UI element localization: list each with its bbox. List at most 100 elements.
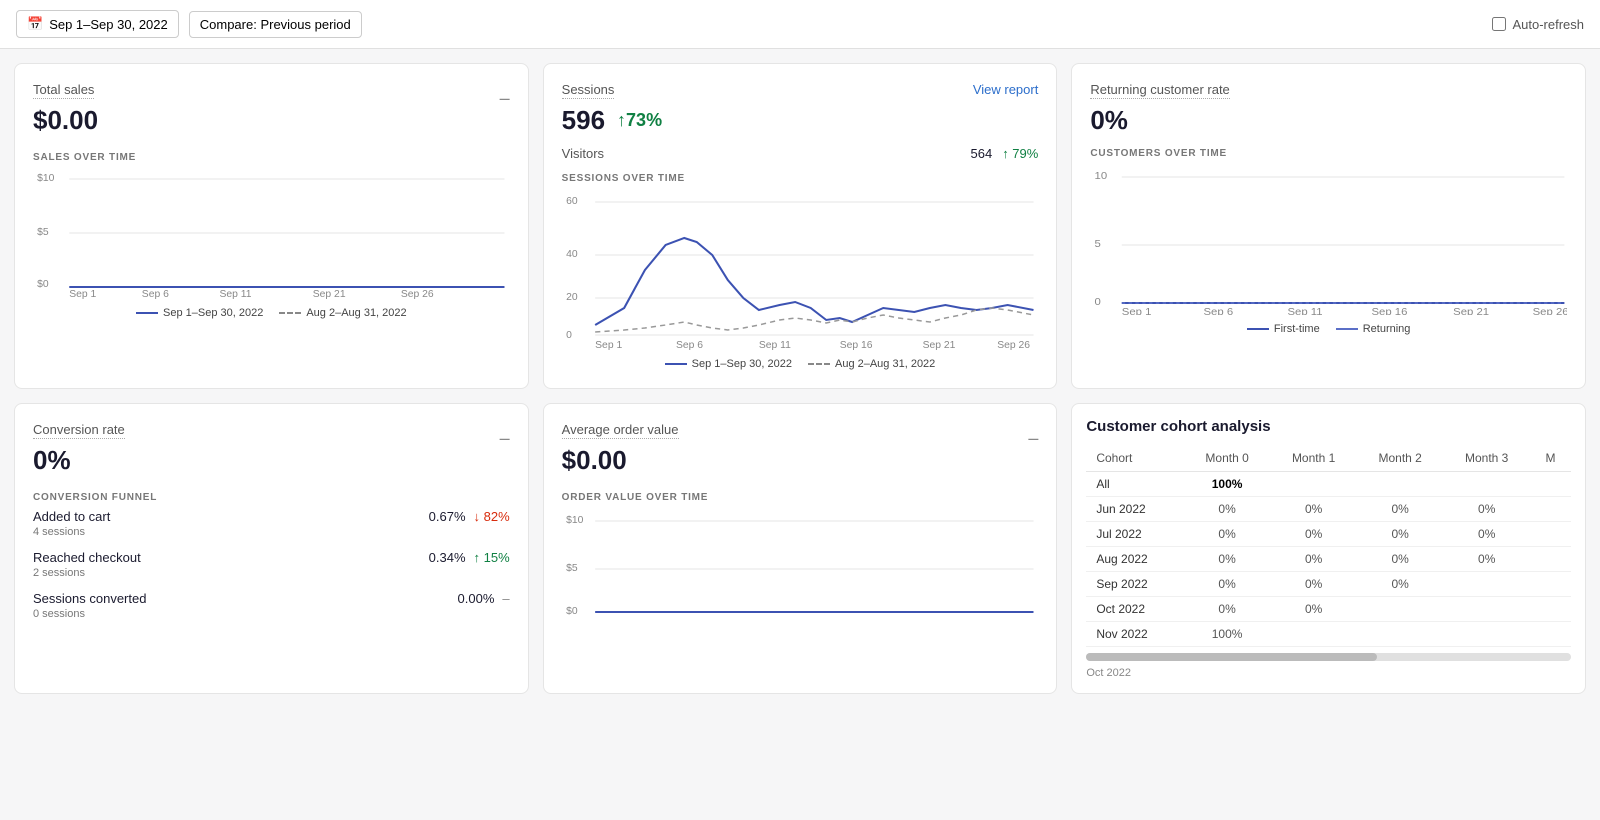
cohort-card: Customer cohort analysis Cohort Month 0 … (1071, 403, 1586, 694)
cohort-cell-jul2022-m0: 0% (1184, 522, 1271, 547)
sessions-card: Sessions View report 596 ↑73% Visitors 5… (543, 63, 1058, 389)
returning-chart: 10 5 0 Sep 1 Sep 6 Sep 11 Sep 16 Sep 21 … (1090, 165, 1567, 315)
legend-current: Sep 1–Sep 30, 2022 (136, 307, 263, 319)
avg-order-card: Average order value $0.00 – ORDER VALUE … (543, 403, 1058, 694)
svg-text:10: 10 (1095, 171, 1108, 182)
funnel-right-0: 0.67% ↓ 82% (429, 509, 510, 524)
cohort-row-sep2022: Sep 2022 0% 0% 0% (1086, 572, 1571, 597)
funnel-sub-0: 4 sessions (33, 526, 110, 538)
funnel-left-1: Reached checkout 2 sessions (33, 550, 141, 579)
cohort-col-m3: Month 3 (1443, 445, 1530, 472)
view-report-link[interactable]: View report (973, 82, 1039, 97)
sessions-chart: 60 40 20 0 Sep 1 Sep 6 Sep 11 Sep 16 Sep… (562, 190, 1039, 350)
cohort-cell-sep2022-m0: 0% (1184, 572, 1271, 597)
svg-text:Sep 21: Sep 21 (313, 289, 346, 299)
funnel-left-2: Sessions converted 0 sessions (33, 591, 146, 620)
funnel-change-2: – (502, 591, 509, 606)
cohort-table: Cohort Month 0 Month 1 Month 2 Month 3 M… (1086, 445, 1571, 647)
customers-over-time-label: CUSTOMERS OVER TIME (1090, 148, 1567, 159)
cohort-cell-jul2022-name: Jul 2022 (1086, 522, 1184, 547)
date-range-label: Sep 1–Sep 30, 2022 (49, 17, 168, 32)
returning-legend-first: First-time (1247, 323, 1320, 335)
funnel-pct-1: 0.34% (429, 550, 466, 565)
total-sales-minus[interactable]: – (500, 88, 510, 109)
svg-text:Sep 1: Sep 1 (1122, 307, 1152, 315)
funnel-row-1: Reached checkout 2 sessions 0.34% ↑ 15% (33, 550, 510, 579)
cohort-cell-all-m3 (1443, 472, 1530, 497)
sessions-over-time-label: SESSIONS OVER TIME (562, 173, 1039, 184)
cohort-cell-jul2022-m3: 0% (1443, 522, 1530, 547)
returning-legend: First-time Returning (1090, 323, 1567, 335)
svg-text:60: 60 (566, 196, 578, 207)
sessions-chart-svg: 60 40 20 0 Sep 1 Sep 6 Sep 11 Sep 16 Sep… (562, 190, 1039, 350)
cohort-row-all: All 100% (1086, 472, 1571, 497)
svg-text:$0: $0 (37, 279, 49, 290)
cohort-col-m1: Month 1 (1270, 445, 1357, 472)
conversion-value: 0% (33, 445, 71, 476)
funnel-pct-0: 0.67% (429, 509, 466, 524)
funnel-right-1: 0.34% ↑ 15% (429, 550, 510, 565)
conversion-minus[interactable]: – (500, 428, 510, 449)
svg-text:Sep 11: Sep 11 (220, 289, 252, 299)
cohort-row-aug2022: Aug 2022 0% 0% 0% 0% (1086, 547, 1571, 572)
sessions-change: ↑73% (617, 110, 662, 131)
auto-refresh-checkbox[interactable] (1492, 17, 1506, 31)
svg-text:$10: $10 (566, 515, 584, 526)
legend-prev-label: Aug 2–Aug 31, 2022 (306, 307, 406, 319)
sessions-legend-prev-line (808, 363, 830, 365)
cohort-cell-oct2022-m4 (1530, 597, 1571, 622)
cohort-cell-sep2022-name: Sep 2022 (1086, 572, 1184, 597)
svg-text:$5: $5 (37, 227, 49, 238)
sessions-header: Sessions View report (562, 82, 1039, 105)
cohort-row-oct2022: Oct 2022 0% 0% (1086, 597, 1571, 622)
cohort-cell-oct2022-name: Oct 2022 (1086, 597, 1184, 622)
compare-button[interactable]: Compare: Previous period (189, 11, 362, 38)
avg-order-value: $0.00 (562, 445, 627, 476)
sessions-legend: Sep 1–Sep 30, 2022 Aug 2–Aug 31, 2022 (562, 358, 1039, 370)
cohort-cell-oct2022-m2 (1357, 597, 1444, 622)
cohort-scrollbar[interactable] (1086, 653, 1571, 661)
legend-prev: Aug 2–Aug 31, 2022 (279, 307, 406, 319)
cohort-cell-sep2022-m2: 0% (1357, 572, 1444, 597)
cohort-footer: Oct 2022 (1086, 667, 1571, 679)
returning-label: Returning (1363, 323, 1411, 335)
cohort-cell-aug2022-m4 (1530, 547, 1571, 572)
sessions-legend-current-label: Sep 1–Sep 30, 2022 (692, 358, 792, 370)
legend-current-line (136, 312, 158, 314)
avg-order-minus[interactable]: – (1028, 428, 1038, 449)
svg-text:Sep 1: Sep 1 (595, 340, 622, 350)
cohort-cell-oct2022-m0: 0% (1184, 597, 1271, 622)
svg-text:Sep 16: Sep 16 (839, 340, 872, 350)
cohort-title: Customer cohort analysis (1086, 418, 1571, 435)
cohort-cell-nov2022-m1 (1270, 622, 1357, 647)
svg-text:$0: $0 (566, 606, 578, 617)
cohort-col-m0: Month 0 (1184, 445, 1271, 472)
returning-line (1336, 328, 1358, 330)
auto-refresh-container: Auto-refresh (1492, 17, 1584, 32)
svg-text:Sep 11: Sep 11 (759, 340, 791, 350)
total-sales-card: Total sales $0.00 – SALES OVER TIME $10 … (14, 63, 529, 389)
cohort-cell-jun2022-m3: 0% (1443, 497, 1530, 522)
funnel-sub-2: 0 sessions (33, 608, 146, 620)
cohort-cell-nov2022-m2 (1357, 622, 1444, 647)
first-time-label: First-time (1274, 323, 1320, 335)
funnel-left-0: Added to cart 4 sessions (33, 509, 110, 538)
svg-text:5: 5 (1095, 239, 1101, 250)
avg-chart-svg: $10 $5 $0 (562, 509, 1039, 619)
cohort-cell-jun2022-m0: 0% (1184, 497, 1271, 522)
legend-current-label: Sep 1–Sep 30, 2022 (163, 307, 263, 319)
sales-chart: $10 $5 $0 Sep 1 Sep 6 Sep 11 Sep 21 Sep … (33, 169, 510, 299)
cohort-cell-jun2022-name: Jun 2022 (1086, 497, 1184, 522)
cohort-col-m2: Month 2 (1357, 445, 1444, 472)
svg-text:Sep 16: Sep 16 (1372, 307, 1408, 315)
svg-text:20: 20 (566, 292, 578, 303)
sessions-title: Sessions (562, 82, 615, 99)
cohort-cell-sep2022-m1: 0% (1270, 572, 1357, 597)
date-range-button[interactable]: 📅 Sep 1–Sep 30, 2022 (16, 10, 179, 38)
cohort-cell-jun2022-m2: 0% (1357, 497, 1444, 522)
auto-refresh-label: Auto-refresh (1512, 17, 1584, 32)
top-bar-left: 📅 Sep 1–Sep 30, 2022 Compare: Previous p… (16, 10, 362, 38)
funnel-rows: Added to cart 4 sessions 0.67% ↓ 82% Rea… (33, 509, 510, 620)
sales-chart-svg: $10 $5 $0 Sep 1 Sep 6 Sep 11 Sep 21 Sep … (33, 169, 510, 299)
cohort-header-row: Cohort Month 0 Month 1 Month 2 Month 3 M (1086, 445, 1571, 472)
